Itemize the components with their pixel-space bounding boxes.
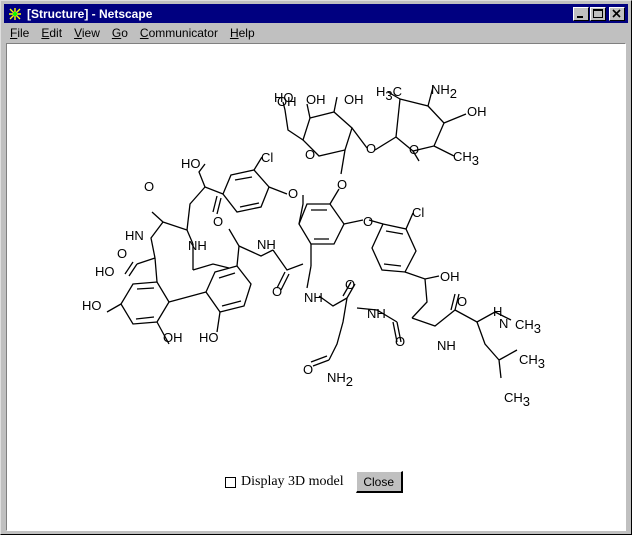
- svg-text:NH: NH: [437, 338, 456, 353]
- minimize-button[interactable]: [573, 6, 589, 21]
- structure-controls: Display 3D model Close: [225, 471, 403, 493]
- svg-text:O: O: [363, 214, 373, 229]
- display-3d-label: Display 3D model: [241, 474, 344, 489]
- svg-text:OH: OH: [467, 104, 487, 119]
- menu-view[interactable]: View: [68, 26, 106, 40]
- svg-text:O: O: [409, 142, 419, 157]
- menu-help[interactable]: Help: [224, 26, 261, 40]
- svg-text:O: O: [345, 277, 355, 292]
- menu-bar: File Edit View Go Communicator Help: [4, 24, 628, 42]
- svg-text:O: O: [457, 294, 467, 309]
- svg-text:O: O: [144, 179, 154, 194]
- svg-text:CH3: CH3: [453, 149, 479, 168]
- minimize-icon: [577, 15, 583, 18]
- netscape-icon: [8, 6, 22, 21]
- chemical-structure-diagram: OH OH OH HO H3C NH2 OH CH3 O O O O Cl HO…: [82, 82, 545, 409]
- svg-text:O: O: [117, 246, 127, 261]
- svg-text:OH: OH: [440, 269, 460, 284]
- svg-text:CH3: CH3: [519, 352, 545, 371]
- close-icon: [612, 8, 621, 18]
- structure-labels: OH OH OH HO H3C NH2 OH CH3 O O O O Cl HO…: [82, 82, 545, 409]
- svg-text:HN: HN: [125, 228, 144, 243]
- menu-file[interactable]: File: [4, 26, 35, 40]
- svg-text:O: O: [272, 284, 282, 299]
- maximize-icon: [593, 8, 603, 18]
- close-button[interactable]: Close: [355, 471, 403, 493]
- svg-text:HO: HO: [199, 330, 219, 345]
- title-bar[interactable]: [Structure] - Netscape: [4, 4, 628, 23]
- svg-text:Cl: Cl: [261, 150, 273, 165]
- menu-edit[interactable]: Edit: [35, 26, 68, 40]
- svg-text:OH: OH: [344, 92, 364, 107]
- browser-window: [Structure] - Netscape File Edit View Go…: [0, 0, 632, 535]
- svg-text:N: N: [499, 316, 508, 331]
- menu-go[interactable]: Go: [106, 26, 134, 40]
- svg-text:NH: NH: [257, 237, 276, 252]
- menu-communicator[interactable]: Communicator: [134, 26, 224, 40]
- maximize-button[interactable]: [590, 6, 606, 21]
- svg-text:O: O: [395, 334, 405, 349]
- svg-text:O: O: [303, 362, 313, 377]
- svg-text:NH2: NH2: [431, 82, 457, 101]
- svg-text:OH: OH: [306, 92, 326, 107]
- svg-text:O: O: [213, 214, 223, 229]
- window-title: [Structure] - Netscape: [27, 6, 153, 21]
- svg-text:NH: NH: [188, 238, 207, 253]
- close-window-button[interactable]: [609, 6, 625, 21]
- svg-text:O: O: [337, 177, 347, 192]
- svg-text:CH3: CH3: [515, 317, 541, 336]
- svg-text:HO: HO: [181, 156, 201, 171]
- svg-text:OH: OH: [163, 330, 183, 345]
- svg-text:HO: HO: [274, 90, 294, 105]
- svg-text:HO: HO: [95, 264, 115, 279]
- svg-text:NH: NH: [304, 290, 323, 305]
- svg-text:NH2: NH2: [327, 370, 353, 389]
- svg-text:H3C: H3C: [376, 84, 402, 103]
- svg-text:HO: HO: [82, 298, 102, 313]
- page-content: OH OH OH HO H3C NH2 OH CH3 O O O O Cl HO…: [6, 43, 626, 531]
- svg-text:Cl: Cl: [412, 205, 424, 220]
- display-3d-checkbox[interactable]: [225, 476, 236, 488]
- svg-text:NH: NH: [367, 306, 386, 321]
- svg-text:O: O: [366, 141, 376, 156]
- svg-text:O: O: [305, 147, 315, 162]
- svg-text:O: O: [288, 186, 298, 201]
- svg-text:CH3: CH3: [504, 390, 530, 409]
